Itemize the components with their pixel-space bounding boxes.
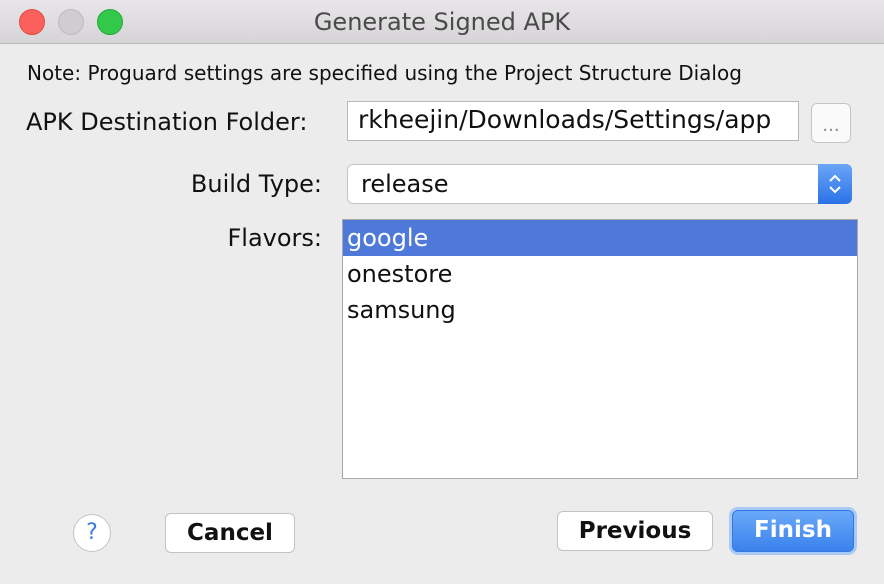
browse-button[interactable]: ... <box>811 103 851 143</box>
help-button[interactable]: ? <box>73 514 111 552</box>
window-title: Generate Signed APK <box>313 8 571 36</box>
flavors-label: Flavors: <box>227 224 322 252</box>
apk-destination-field[interactable]: rkheejin/Downloads/Settings/app <box>347 101 799 141</box>
flavor-item-google[interactable]: google <box>343 220 857 256</box>
flavor-item-samsung[interactable]: samsung <box>343 292 857 328</box>
cancel-button[interactable]: Cancel <box>165 513 295 553</box>
apk-destination-label: APK Destination Folder: <box>26 108 308 136</box>
flavor-item-onestore[interactable]: onestore <box>343 256 857 292</box>
title-bar: Generate Signed APK <box>0 0 884 44</box>
previous-button[interactable]: Previous <box>557 511 713 551</box>
build-type-label: Build Type: <box>190 170 322 198</box>
proguard-note: Note: Proguard settings are specified us… <box>27 61 742 85</box>
build-type-value: release <box>361 170 449 198</box>
finish-button[interactable]: Finish <box>732 510 854 552</box>
build-type-select[interactable]: release <box>347 164 852 204</box>
updown-chevron-icon <box>818 164 852 204</box>
flavors-list[interactable]: google onestore samsung <box>342 219 858 479</box>
